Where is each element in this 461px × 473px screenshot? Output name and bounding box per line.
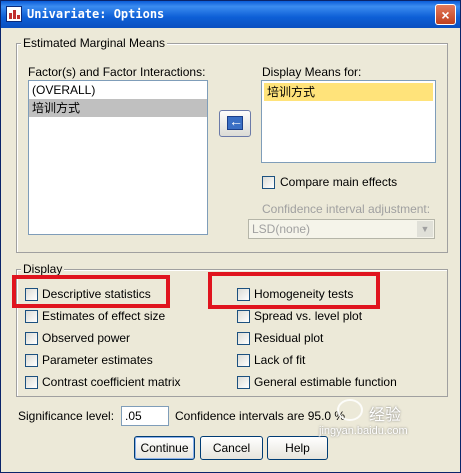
ci-adjustment-label: Confidence interval adjustment: [262,202,431,216]
ci-percent-text: Confidence intervals are 95.0 % [175,409,346,423]
watermark-site: jingyan.baidu.com [319,425,408,437]
spread-level-plot-label: Spread vs. level plot [254,309,363,323]
list-item-display-factor[interactable]: 培训方式 [264,83,433,101]
contrast-matrix-checkbox[interactable] [25,376,38,389]
close-button[interactable]: × [435,4,456,25]
lack-of-fit-label: Lack of fit [254,353,306,367]
lack-of-fit-checkbox[interactable] [237,354,250,367]
emm-legend: Estimated Marginal Means [21,36,168,50]
significance-input[interactable]: .05 [121,406,169,426]
observed-power-label: Observed power [42,331,131,345]
display-means-label: Display Means for: [262,65,362,79]
watermark-paw-icon [337,399,363,421]
chevron-down-icon: ▼ [417,221,433,237]
residual-plot-checkbox[interactable] [237,332,250,345]
window-title: Univariate: Options [27,7,165,21]
list-item-factor[interactable]: 培训方式 [29,99,207,117]
display-means-listbox[interactable]: 培训方式 [261,80,436,163]
factors-label: Factor(s) and Factor Interactions: [28,65,206,79]
observed-power-checkbox[interactable] [25,332,38,345]
highlight-box-descriptive [12,275,170,308]
parameter-estimates-checkbox[interactable] [25,354,38,367]
significance-label: Significance level: [18,409,115,423]
ci-adjustment-value: LSD(none) [252,222,311,236]
parameter-estimates-label: Parameter estimates [42,353,153,367]
general-estimable-function-checkbox[interactable] [237,376,250,389]
effect-size-label: Estimates of effect size [42,309,166,323]
spread-level-plot-checkbox[interactable] [237,310,250,323]
factors-listbox[interactable]: (OVERALL) 培训方式 [28,80,208,235]
cancel-button[interactable]: Cancel [200,436,263,460]
title-bar[interactable]: Univariate: Options × [1,1,460,28]
residual-plot-label: Residual plot [254,331,324,345]
watermark-brand: 经验 [369,407,402,424]
ci-adjustment-dropdown[interactable]: LSD(none) ▼ [248,219,435,239]
contrast-matrix-label: Contrast coefficient matrix [42,375,181,389]
arrow-left-icon [227,113,243,130]
compare-main-effects-checkbox[interactable] [262,176,275,189]
list-item-overall[interactable]: (OVERALL) [29,81,207,99]
compare-main-effects-label: Compare main effects [280,175,398,189]
highlight-box-homogeneity [208,272,380,309]
display-legend: Display [21,262,65,276]
app-chart-icon [6,6,22,22]
continue-button[interactable]: Continue [134,436,195,460]
move-to-display-button[interactable] [219,110,251,137]
help-button[interactable]: Help [267,436,328,460]
general-estimable-function-label: General estimable function [254,375,397,389]
options-dialog: Univariate: Options × Estimated Marginal… [0,0,461,473]
effect-size-checkbox[interactable] [25,310,38,323]
